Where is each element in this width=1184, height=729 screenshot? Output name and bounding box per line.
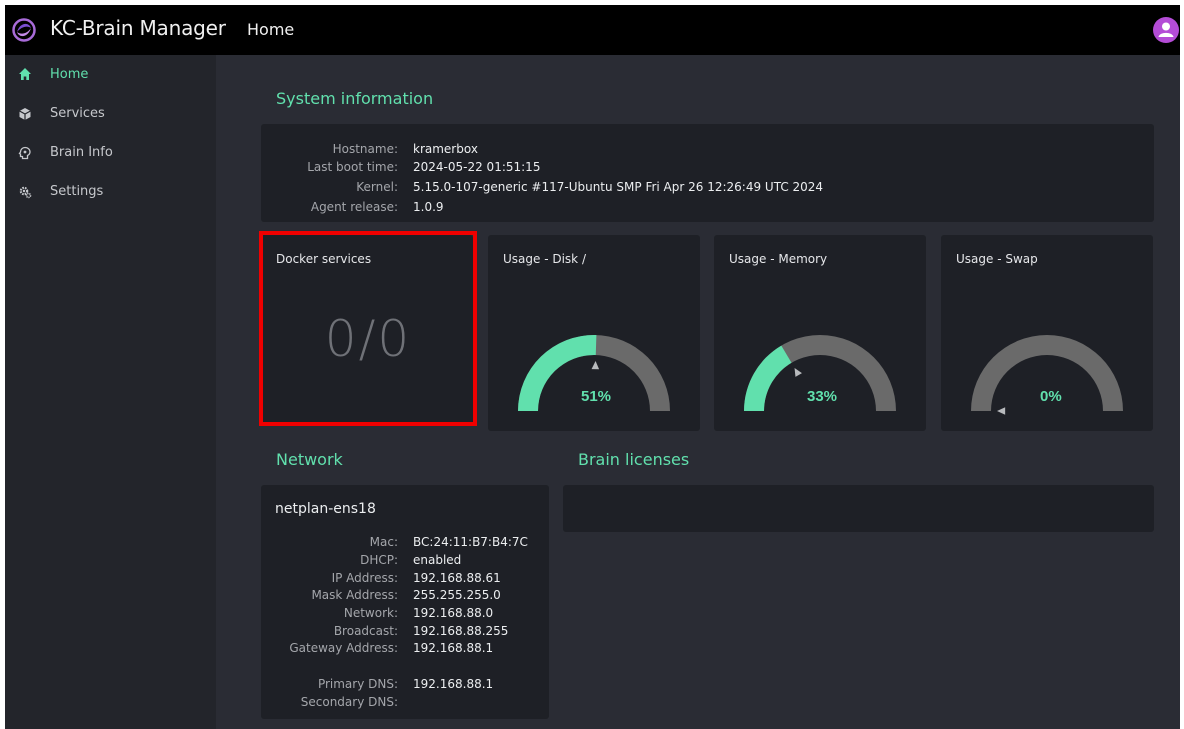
memory-usage-card: Usage - Memory 33% — [714, 235, 926, 431]
last-boot-time-value: 2024-05-22 01:51:15 — [413, 160, 541, 174]
brain-licenses-title: Brain licenses — [578, 450, 690, 469]
gateway-address-value: 192.168.88.1 — [413, 641, 494, 655]
user-icon — [1158, 22, 1174, 37]
broadcast-value: 192.168.88.255 — [413, 624, 509, 638]
top-bar: KC-Brain Manager Home — [5, 5, 1180, 55]
app-logo-icon — [12, 18, 36, 42]
swap-usage-card: Usage - Swap 0% — [941, 235, 1153, 431]
sidebar-item-label: Settings — [50, 184, 104, 199]
sidebar-item-label: Services — [50, 106, 105, 121]
hostname-label: Hostname: — [332, 142, 398, 156]
home-icon — [19, 68, 31, 80]
system-information-title: System information — [276, 89, 434, 108]
sidebar-item-brain-info[interactable]: Brain Info — [5, 134, 216, 172]
agent-release-label: Agent release: — [310, 200, 398, 214]
network-interface-name: netplan-ens18 — [275, 501, 376, 517]
network-title: Network — [276, 450, 343, 469]
memory-usage-value: 33% — [807, 388, 838, 405]
app-title[interactable]: KC-Brain Manager — [50, 16, 226, 40]
hostname-value: kramerbox — [413, 142, 478, 156]
mask-address-value: 255.255.255.0 — [413, 588, 501, 602]
gauge-pointer — [794, 367, 802, 377]
gateway-address-label: Gateway Address: — [289, 641, 398, 655]
gear-icon — [19, 186, 32, 199]
mac-value: BC:24:11:B7:B4:7C — [413, 535, 528, 549]
primary-dns-value: 192.168.88.1 — [413, 677, 494, 691]
brain-info-icon — [18, 146, 31, 160]
primary-dns-label: Primary DNS: — [317, 677, 398, 691]
cube-icon — [19, 108, 31, 120]
user-avatar-button[interactable] — [1153, 17, 1179, 43]
gauge-fill — [744, 345, 792, 411]
disk-usage-card: Usage - Disk / 51% — [488, 235, 700, 431]
disk-usage-value: 51% — [581, 388, 612, 405]
network-interface-card — [261, 485, 549, 719]
broadcast-label: Broadcast: — [333, 624, 398, 638]
last-boot-time-label: Last boot time: — [307, 160, 398, 174]
dhcp-label: DHCP: — [360, 553, 398, 567]
sidebar-item-label: Brain Info — [50, 145, 113, 160]
ip-address-value: 192.168.88.61 — [413, 571, 501, 585]
kernel-value: 5.15.0-107-generic #117-Ubuntu SMP Fri A… — [413, 180, 824, 194]
kernel-label: Kernel: — [356, 180, 398, 194]
sidebar: Home Services Brain Info Settings — [5, 55, 216, 729]
sidebar-item-label: Home — [50, 67, 89, 82]
page-heading: Home — [247, 20, 295, 39]
docker-services-highlight-box — [259, 231, 477, 426]
gauge-pointer — [591, 361, 600, 370]
mac-label: Mac: — [369, 535, 398, 549]
sidebar-item-services[interactable]: Services — [5, 95, 216, 133]
swap-usage-value: 0% — [1040, 388, 1062, 405]
network-address-label: Network: — [343, 606, 398, 620]
ip-address-label: IP Address: — [331, 571, 398, 585]
secondary-dns-label: Secondary DNS: — [300, 695, 398, 709]
agent-release-value: 1.0.9 — [413, 200, 444, 214]
mask-address-label: Mask Address: — [311, 588, 398, 602]
gauge-pointer — [997, 407, 1006, 415]
brain-licenses-card — [563, 485, 1154, 532]
dhcp-value: enabled — [413, 553, 462, 567]
sidebar-item-settings[interactable]: Settings — [5, 173, 216, 211]
network-address-value: 192.168.88.0 — [413, 606, 494, 620]
sidebar-item-home[interactable]: Home — [5, 55, 216, 95]
